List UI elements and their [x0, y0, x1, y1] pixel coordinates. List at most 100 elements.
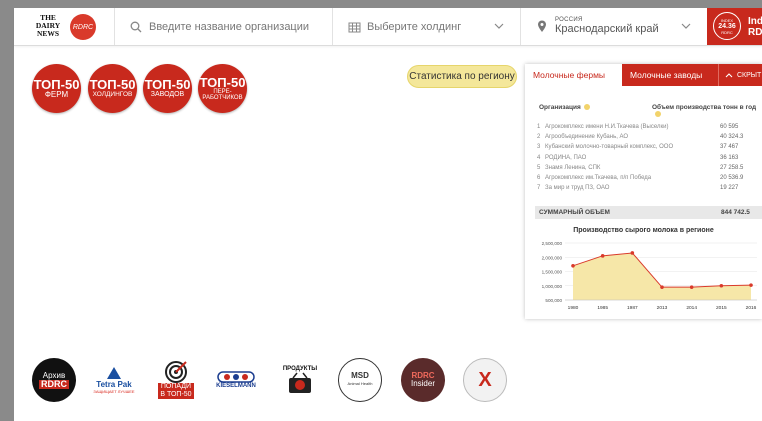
insider-index-button[interactable]: INDEX 24.36 RDRC Ind RDI: [707, 8, 762, 45]
building-icon: [347, 20, 361, 34]
basket-icon: [289, 372, 311, 393]
x-tick-label: 2016: [746, 305, 757, 311]
logo-text: ПОПАДИ В ТОП-50: [158, 383, 194, 399]
page: THE DAIRY NEWS RDRC Введите название орг…: [14, 8, 762, 421]
region-select[interactable]: РОССИЯ Краснодарский край: [520, 8, 707, 45]
data-point: [600, 254, 605, 258]
insider-text: Ind RDI: [748, 16, 762, 38]
sort-icon: [583, 104, 590, 111]
top50-plants-button[interactable]: ТОП-50 ЗАВОДОВ: [143, 64, 192, 113]
top50-title: ТОП-50: [199, 74, 246, 90]
search-field[interactable]: Введите название организации: [114, 8, 332, 45]
panel-tabs: Молочные фермы Молочные заводы СКРЫТ: [525, 64, 762, 86]
organization-table: 1 Агрокомплекс имени Н.И.Ткачева (Выселки…: [535, 122, 762, 193]
data-point: [660, 285, 664, 289]
chevron-down-icon: [494, 21, 508, 32]
y-tick-label: 1,500,000: [542, 270, 563, 275]
table-row[interactable]: 2 Агрообъединение Кубань, АО 40 324.3: [535, 132, 762, 142]
top50-holdings-button[interactable]: ТОП-50 ХОЛДИНГОВ: [88, 64, 137, 113]
row-number: 2: [537, 134, 541, 141]
y-tick-label: 2,500,000: [542, 241, 563, 246]
column-header-volume[interactable]: Объем производства тонн в год: [652, 104, 762, 118]
data-point: [749, 283, 753, 287]
row-number: 4: [537, 154, 541, 161]
top50-title: ТОП-50: [33, 76, 80, 92]
partner-logos: Архив RDRC Tetra Pak ЗАЩИЩАЕТ ЛУЧШЕЕ ПОП…: [14, 358, 762, 406]
ball-logo[interactable]: X: [463, 358, 507, 402]
row-value: 60 595: [720, 124, 739, 131]
logo-line2: Insider: [410, 379, 435, 388]
index-badge-bottom: RDRC: [721, 30, 733, 35]
logo-line1: X: [478, 368, 492, 391]
row-name: Знамя Ленина, СПК: [545, 164, 601, 171]
search-placeholder: Введите название организации: [149, 20, 310, 33]
column-header-organization[interactable]: Организация: [539, 104, 590, 111]
msd-logo[interactable]: MSD Animal Health: [338, 358, 382, 402]
row-number: 1: [537, 124, 541, 131]
chevron-down-icon: [681, 21, 695, 32]
top50-processors-button[interactable]: ТОП-50 ПЕРЕ- РАБОТЧИКОВ: [198, 64, 247, 113]
insider-text-line2: RDI: [748, 27, 762, 38]
data-point: [630, 251, 635, 255]
top50-subtitle: ЗАВОДОВ: [150, 90, 185, 98]
table-row[interactable]: 3 Кубанский молочно-товарный комплекс, ОО…: [535, 142, 762, 152]
area-fill: [573, 252, 751, 300]
tab-dairy-farms[interactable]: Молочные фермы: [525, 64, 622, 86]
holding-select[interactable]: Выберите холдинг: [332, 8, 520, 45]
table-row[interactable]: 5 Знамя Ленина, СПК 27 258.5: [535, 163, 762, 173]
kieselmann-mark-icon: [217, 371, 255, 383]
top50-subtitle: ФЕРМ: [44, 89, 69, 99]
popadi-top50-logo[interactable]: ПОПАДИ В ТОП-50: [154, 358, 198, 402]
tab-dairy-plants[interactable]: Молочные заводы: [622, 64, 718, 86]
row-name: РОДИНА, ПАО: [545, 154, 587, 161]
hide-panel-button[interactable]: СКРЫТ: [718, 64, 762, 86]
insider-text-line1: Ind: [748, 16, 762, 27]
logo-line2: RDRC: [39, 379, 69, 389]
row-value: 36 163: [720, 154, 739, 161]
chart-title: Производство сырого молока в регионе: [573, 227, 714, 234]
logo-line1: KIESELMANN: [216, 383, 256, 389]
holding-placeholder: Выберите холдинг: [367, 20, 462, 33]
kieselmann-logo[interactable]: KIESELMANN: [214, 358, 258, 402]
x-tick-label: 2015: [716, 305, 727, 311]
top50-title: ТОП-50: [144, 76, 191, 92]
logo-line2: ЗАЩИЩАЕТ ЛУЧШЕЕ: [93, 389, 135, 394]
y-tick-label: 500,000: [545, 298, 562, 303]
chevron-up-icon: [725, 72, 733, 77]
row-name: Агрообъединение Кубань, АО: [545, 134, 629, 141]
index-badge: INDEX 24.36 RDRC: [713, 12, 741, 40]
region-stats-button[interactable]: Статистика по региону: [407, 65, 517, 88]
x-tick-label: 1980: [568, 305, 579, 311]
row-value: 27 258.5: [720, 164, 744, 171]
data-point: [719, 283, 724, 288]
x-tick-label: 1985: [597, 305, 608, 311]
top-bar: THE DAIRY NEWS RDRC Введите название орг…: [14, 8, 762, 46]
top50-subtitle: ПЕРЕ- РАБОТЧИКОВ: [202, 88, 243, 101]
site-logo[interactable]: THE DAIRY NEWS RDRC: [32, 14, 98, 40]
rdrc-insider-logo[interactable]: RDRC Insider: [401, 358, 445, 402]
region-text: РОССИЯ Краснодарский край: [555, 17, 681, 35]
logo-line1: Tetra Pak: [96, 380, 132, 389]
archive-rdrc-logo[interactable]: Архив RDRC: [32, 358, 76, 402]
table-row[interactable]: 6 Агрокомплекс им.Ткачева, п/п Победа 20 5…: [535, 173, 762, 183]
location-pin-icon: [535, 20, 549, 34]
row-number: 5: [537, 164, 541, 171]
row-value: 19 227: [720, 185, 739, 192]
top50-farms-button[interactable]: ТОП-50 ФЕРМ: [32, 64, 81, 113]
tetra-pak-logo[interactable]: Tetra Pak ЗАЩИЩАЕТ ЛУЧШЕЕ: [92, 358, 136, 402]
logo-line2: Animal Health: [347, 381, 373, 386]
total-row: СУММАРНЫЙ ОБЪЕМ 844 742.5: [535, 206, 762, 219]
table-row[interactable]: 4 РОДИНА, ПАО 36 163: [535, 153, 762, 163]
hide-label: СКРЫТ: [737, 71, 762, 79]
column-header-label: Объем производства тонн в год: [652, 104, 757, 111]
stats-panel: Молочные фермы Молочные заводы СКРЫТ Орг…: [525, 64, 762, 319]
y-tick-label: 1,000,000: [542, 284, 563, 289]
row-name: За мир и труд ПЗ, ОАО: [545, 185, 610, 192]
data-point: [689, 285, 694, 289]
table-row[interactable]: 7 За мир и труд ПЗ, ОАО 19 227: [535, 183, 762, 193]
row-number: 6: [537, 175, 541, 182]
region-value: Краснодарский край: [555, 22, 659, 35]
table-row[interactable]: 1 Агрокомплекс имени Н.И.Ткачева (Выселки…: [535, 122, 762, 132]
tetra-pak-triangle-icon: [107, 367, 121, 379]
produkty-logo[interactable]: ПРОДУКТЫ: [278, 358, 322, 402]
